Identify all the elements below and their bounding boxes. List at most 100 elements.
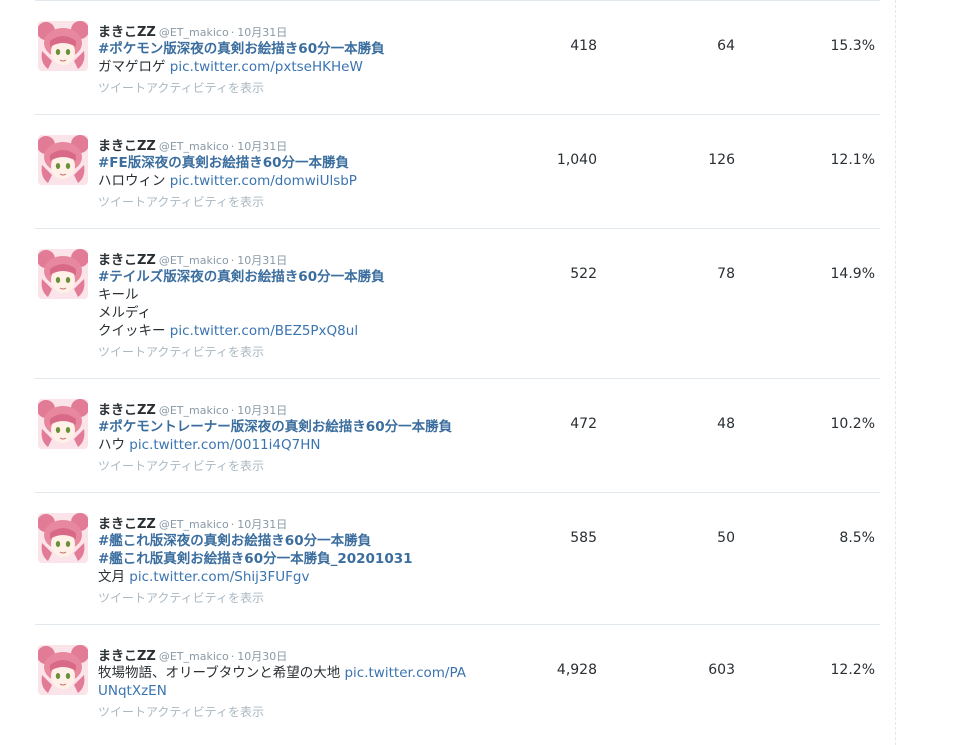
tweet-text: ハウ	[98, 437, 130, 453]
author-handle[interactable]: @ET_makico	[159, 404, 229, 417]
media-link[interactable]: pic.twitter.com/PA	[344, 665, 466, 681]
meta-separator: ·	[230, 140, 235, 153]
engagements-value: 50	[717, 530, 735, 546]
hashtag-link[interactable]: #ポケモン版深夜の真剣お絵描き60分一本勝負	[98, 41, 385, 57]
tweet-date[interactable]: 10月31日	[237, 254, 287, 267]
impressions-value: 418	[570, 38, 597, 54]
tweet-content: まきこZZ @ET_makico · 10月31日 #ポケモントレーナー版深夜の真剣お絵…	[98, 400, 518, 475]
tweet-line: ガマゲロゲ pic.twitter.com/pxtseHKHeW	[98, 58, 518, 76]
tweet-line: 牧場物語、オリーブタウンと希望の大地 pic.twitter.com/PA	[98, 664, 518, 682]
media-link[interactable]: pic.twitter.com/Shij3FUFgv	[129, 569, 309, 585]
tweet-line: キール	[98, 286, 518, 304]
tweet-meta: まきこZZ @ET_makico · 10月31日	[98, 250, 518, 268]
tweet-line: 文月 pic.twitter.com/Shij3FUFgv	[98, 568, 518, 586]
author-name[interactable]: まきこZZ	[98, 517, 156, 532]
tweet-content: まきこZZ @ET_makico · 10月31日 #艦これ版深夜の真剣お絵描き60分一…	[98, 514, 518, 607]
tweet-line: ハウ pic.twitter.com/0011i4Q7HN	[98, 436, 518, 454]
tweet-meta: まきこZZ @ET_makico · 10月31日	[98, 514, 518, 532]
avatar[interactable]	[38, 135, 88, 185]
avatar[interactable]	[38, 399, 88, 449]
media-link[interactable]: pic.twitter.com/BEZ5PxQ8ul	[170, 323, 358, 339]
view-tweet-activity-link[interactable]: ツイートアクティビティを表示	[98, 79, 518, 97]
meta-separator: ·	[230, 518, 235, 531]
impressions-value: 4,928	[556, 662, 597, 678]
tweet-row: まきこZZ @ET_makico · 10月31日 #艦これ版深夜の真剣お絵描き60分一…	[35, 493, 880, 625]
author-handle[interactable]: @ET_makico	[159, 518, 229, 531]
author-handle[interactable]: @ET_makico	[159, 26, 229, 39]
media-link[interactable]: pic.twitter.com/0011i4Q7HN	[129, 437, 320, 453]
hashtag-link[interactable]: #艦これ版真剣お絵描き60分一本勝負_20201031	[98, 551, 413, 567]
tweet-row: まきこZZ @ET_makico · 10月31日 #FE版深夜の真剣お絵描き60分一本…	[35, 115, 880, 229]
view-tweet-activity-link[interactable]: ツイートアクティビティを表示	[98, 457, 518, 475]
meta-separator: ·	[230, 404, 235, 417]
tweet-line: #テイルズ版深夜の真剣お絵描き60分一本勝負	[98, 268, 518, 286]
panel-divider	[895, 0, 896, 745]
tweet-date[interactable]: 10月31日	[237, 26, 287, 39]
tweet-meta: まきこZZ @ET_makico · 10月31日	[98, 22, 518, 40]
tweet-text: ハロウィン	[98, 173, 170, 189]
tweet-date[interactable]: 10月31日	[237, 140, 287, 153]
meta-separator: ·	[230, 254, 235, 267]
tweet-line: #艦これ版深夜の真剣お絵描き60分一本勝負	[98, 532, 518, 550]
author-name[interactable]: まきこZZ	[98, 139, 156, 154]
tweet-meta: まきこZZ @ET_makico · 10月31日	[98, 136, 518, 154]
tweet-line: UNqtXzEN	[98, 682, 518, 700]
tweet-row: まきこZZ @ET_makico · 10月31日 #ポケモン版深夜の真剣お絵描き60分…	[35, 1, 880, 115]
tweet-text: キール	[98, 287, 139, 303]
media-link[interactable]: pic.twitter.com/pxtseHKHeW	[170, 59, 363, 75]
engagements-value: 78	[717, 266, 735, 282]
tweet-meta: まきこZZ @ET_makico · 10月30日	[98, 646, 518, 664]
impressions-value: 1,040	[556, 152, 597, 168]
tweet-line: #艦これ版真剣お絵描き60分一本勝負_20201031	[98, 550, 518, 568]
tweet-date[interactable]: 10月31日	[237, 518, 287, 531]
tweet-text: メルディ	[98, 305, 152, 321]
media-link[interactable]: pic.twitter.com/domwiUlsbP	[170, 173, 357, 189]
engagement-rate-value: 10.2%	[830, 416, 875, 432]
tweet-meta: まきこZZ @ET_makico · 10月31日	[98, 400, 518, 418]
hashtag-link[interactable]: #テイルズ版深夜の真剣お絵描き60分一本勝負	[98, 269, 385, 285]
tweet-line: ハロウィン pic.twitter.com/domwiUlsbP	[98, 172, 518, 190]
tweet-line: クイッキー pic.twitter.com/BEZ5PxQ8ul	[98, 322, 518, 340]
tweet-date[interactable]: 10月31日	[237, 404, 287, 417]
tweet-line: #FE版深夜の真剣お絵描き60分一本勝負	[98, 154, 518, 172]
author-name[interactable]: まきこZZ	[98, 649, 156, 664]
impressions-value: 472	[570, 416, 597, 432]
hashtag-link[interactable]: #FE版深夜の真剣お絵描き60分一本勝負	[98, 155, 349, 171]
author-name[interactable]: まきこZZ	[98, 253, 156, 268]
tweet-row: まきこZZ @ET_makico · 10月31日 #テイルズ版深夜の真剣お絵描き60分…	[35, 229, 880, 379]
view-tweet-activity-link[interactable]: ツイートアクティビティを表示	[98, 589, 518, 607]
hashtag-link[interactable]: #艦これ版深夜の真剣お絵描き60分一本勝負	[98, 533, 371, 549]
engagement-rate-value: 12.1%	[830, 152, 875, 168]
avatar[interactable]	[38, 513, 88, 563]
tweet-row: まきこZZ @ET_makico · 10月30日 牧場物語、オリーブタウンと希望の大地…	[35, 625, 880, 735]
tweet-date[interactable]: 10月30日	[237, 650, 287, 663]
engagement-rate-value: 12.2%	[830, 662, 875, 678]
hashtag-link[interactable]: #ポケモントレーナー版深夜の真剣お絵描き60分一本勝負	[98, 419, 452, 435]
view-tweet-activity-link[interactable]: ツイートアクティビティを表示	[98, 703, 518, 721]
media-link[interactable]: UNqtXzEN	[98, 683, 167, 699]
tweet-activity-list: まきこZZ @ET_makico · 10月31日 #ポケモン版深夜の真剣お絵描き60分…	[35, 0, 880, 745]
tweet-content: まきこZZ @ET_makico · 10月31日 #テイルズ版深夜の真剣お絵描き60分…	[98, 250, 518, 361]
impressions-value: 585	[570, 530, 597, 546]
avatar[interactable]	[38, 645, 88, 695]
tweet-line: #ポケモン版深夜の真剣お絵描き60分一本勝負	[98, 40, 518, 58]
author-handle[interactable]: @ET_makico	[159, 140, 229, 153]
view-tweet-activity-link[interactable]: ツイートアクティビティを表示	[98, 193, 518, 211]
author-name[interactable]: まきこZZ	[98, 403, 156, 418]
tweet-text: 文月	[98, 569, 130, 585]
engagements-value: 603	[708, 662, 735, 678]
engagement-rate-value: 15.3%	[830, 38, 875, 54]
avatar[interactable]	[38, 249, 88, 299]
avatar[interactable]	[38, 21, 88, 71]
tweet-line: メルディ	[98, 304, 518, 322]
view-tweet-activity-link[interactable]: ツイートアクティビティを表示	[98, 343, 518, 361]
engagements-value: 48	[717, 416, 735, 432]
author-name[interactable]: まきこZZ	[98, 25, 156, 40]
author-handle[interactable]: @ET_makico	[159, 254, 229, 267]
engagements-value: 126	[708, 152, 735, 168]
tweet-content: まきこZZ @ET_makico · 10月31日 #FE版深夜の真剣お絵描き60分一本…	[98, 136, 518, 211]
tweet-text: 牧場物語、オリーブタウンと希望の大地	[98, 665, 345, 681]
tweet-text: クイッキー	[98, 323, 170, 339]
author-handle[interactable]: @ET_makico	[159, 650, 229, 663]
tweet-content: まきこZZ @ET_makico · 10月30日 牧場物語、オリーブタウンと希望の大地…	[98, 646, 518, 721]
